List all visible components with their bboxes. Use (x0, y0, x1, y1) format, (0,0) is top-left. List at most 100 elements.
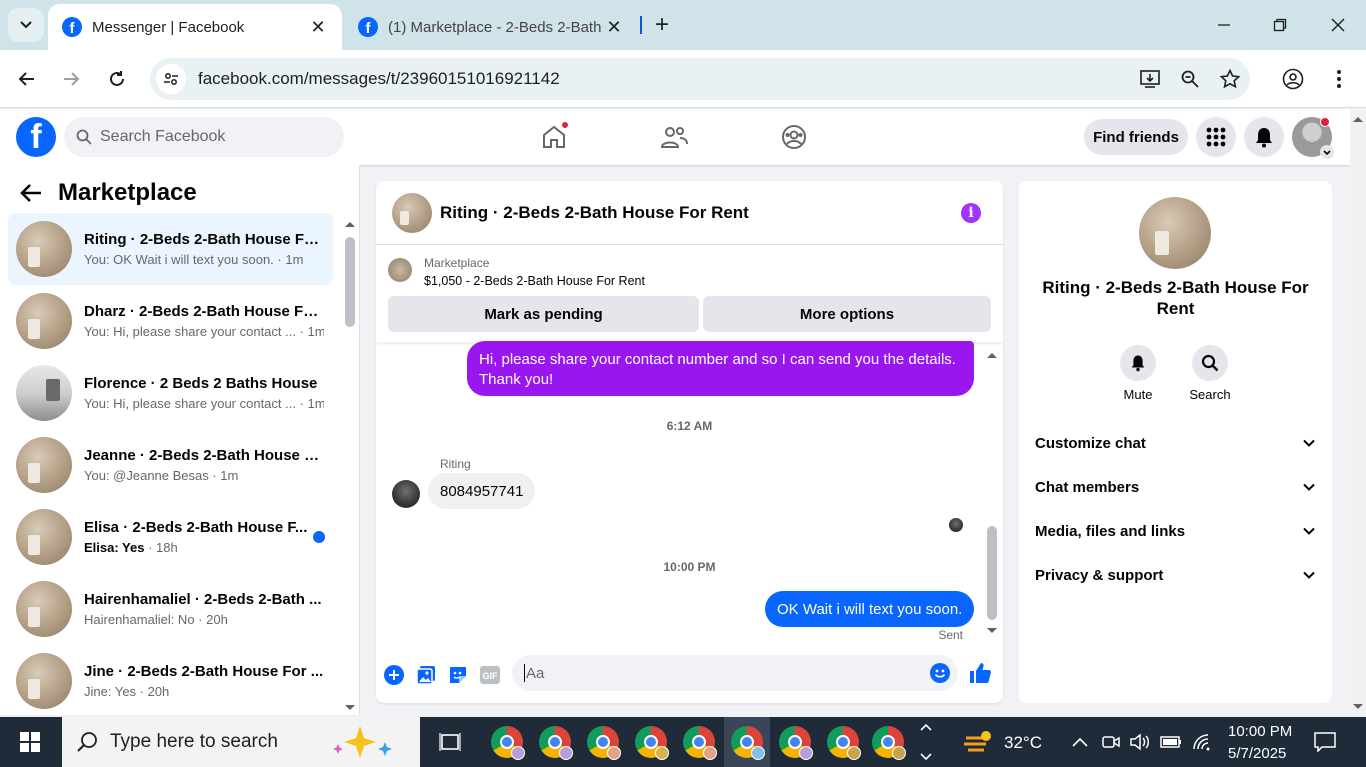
browser-menu-button[interactable] (1322, 62, 1356, 96)
restore-button[interactable] (1260, 8, 1300, 42)
conversation-item[interactable]: Elisa · 2-Beds 2-Bath House F... Elisa: … (8, 501, 333, 573)
photo-icon[interactable] (414, 663, 438, 687)
chrome-app-icon[interactable] (872, 726, 906, 760)
tab-search-dropdown[interactable] (8, 8, 44, 42)
close-tab-icon[interactable]: ✕ (308, 17, 328, 38)
chrome-app-icon[interactable] (587, 726, 621, 760)
customize-chat-section[interactable]: Customize chat (1035, 425, 1316, 461)
scroll-up-icon[interactable] (344, 219, 356, 229)
camera-icon[interactable] (1102, 733, 1120, 751)
plus-circle-icon[interactable] (382, 663, 406, 687)
chrome-app-icon[interactable] (539, 726, 573, 760)
weather-icon[interactable] (962, 728, 994, 756)
conversation-item[interactable]: Dharz · 2-Beds 2-Bath House Fo... You: H… (8, 285, 333, 357)
close-tab-icon[interactable]: ✕ (604, 17, 624, 38)
scroll-down-icon[interactable] (344, 703, 356, 713)
listing-title[interactable]: $1,050 - 2-Beds 2-Bath House For Rent (424, 274, 645, 288)
chevron-up-icon[interactable] (1072, 736, 1088, 748)
message-input[interactable]: Aa (512, 655, 958, 691)
mute-button[interactable]: Mute (1108, 345, 1168, 402)
privacy-support-section[interactable]: Privacy & support (1035, 557, 1316, 593)
new-tab-button[interactable]: + (648, 10, 676, 40)
chevron-down-icon (1303, 483, 1315, 491)
scroll-up-icon[interactable] (986, 350, 998, 360)
notifications-button[interactable] (1244, 117, 1284, 157)
info-icon[interactable]: i (961, 203, 981, 223)
message-bubble-outgoing[interactable]: OK Wait i will text you soon. (765, 591, 975, 627)
bookmark-star-icon[interactable] (1210, 64, 1250, 94)
taskbar-search-input[interactable]: Type here to search (62, 717, 420, 767)
chrome-app-icon[interactable] (827, 726, 861, 760)
facebook-search-input[interactable]: Search Facebook (64, 117, 344, 157)
windows-start-icon[interactable] (20, 732, 40, 752)
address-bar[interactable]: facebook.com/messages/t/2396015101692114… (150, 58, 1250, 100)
conversation-details-panel: Riting · 2-Beds 2-Bath House For Rent Mu… (1019, 181, 1332, 703)
chat-scroll-thumb[interactable] (987, 526, 997, 620)
nav-friends[interactable] (654, 119, 694, 155)
conversation-item[interactable]: Riting · 2-Beds 2-Bath House Fo... You: … (8, 213, 333, 285)
tab-messenger[interactable]: f Messenger | Facebook ✕ (48, 4, 342, 50)
conversation-item[interactable]: Jeanne · 2-Beds 2-Bath House F... You: @… (8, 429, 333, 501)
chrome-app-icon[interactable] (683, 726, 717, 760)
gif-icon[interactable]: GIF (478, 663, 502, 687)
listing-thumbnail[interactable] (388, 258, 412, 282)
scroll-down-icon[interactable] (986, 626, 998, 636)
clock-date[interactable]: 5/7/2025 (1228, 745, 1286, 762)
taskbar-overflow-icon[interactable] (920, 722, 932, 762)
close-window-button[interactable] (1318, 8, 1358, 42)
search-in-chat-button[interactable]: Search (1180, 345, 1240, 402)
forward-button[interactable] (54, 62, 88, 96)
tab-marketplace[interactable]: f (1) Marketplace - 2-Beds 2-Bath ✕ (344, 4, 638, 50)
more-options-button[interactable]: More options (703, 296, 991, 332)
profile-button[interactable] (1276, 62, 1310, 96)
mark-as-pending-button[interactable]: Mark as pending (388, 296, 699, 332)
chat-title[interactable]: Riting · 2-Beds 2-Bath House For Rent (440, 203, 749, 223)
section-label: Chat members (1035, 478, 1140, 496)
notification-center-icon[interactable] (1314, 732, 1336, 752)
avatar[interactable] (392, 192, 432, 233)
page-scrollbar[interactable] (1350, 109, 1366, 717)
like-thumbs-up-icon[interactable] (968, 661, 992, 685)
sender-avatar[interactable] (392, 480, 420, 508)
facebook-header: f Search Facebook Find friends (0, 109, 1350, 165)
menu-button[interactable] (1196, 117, 1236, 157)
conversation-item[interactable]: Florence · 2 Beds 2 Baths House You: Hi,… (8, 357, 333, 429)
scroll-down-icon[interactable] (1350, 701, 1366, 713)
clock-time[interactable]: 10:00 PM (1228, 723, 1292, 740)
account-avatar[interactable] (1292, 117, 1334, 159)
install-app-icon[interactable] (1130, 64, 1170, 94)
chat-members-section[interactable]: Chat members (1035, 469, 1316, 505)
back-button[interactable] (10, 62, 44, 96)
media-files-links-section[interactable]: Media, files and links (1035, 513, 1316, 549)
chrome-app-icon[interactable] (635, 726, 669, 760)
nav-home[interactable] (534, 119, 574, 155)
conversation-item[interactable]: Hairenhamaliel · 2-Beds 2-Bath ... Haire… (8, 573, 333, 645)
wifi-icon[interactable] (1192, 733, 1212, 751)
zoom-icon[interactable] (1170, 64, 1210, 94)
find-friends-button[interactable]: Find friends (1084, 119, 1188, 155)
battery-icon[interactable] (1160, 735, 1182, 749)
message-bubble-incoming[interactable]: 8084957741 (428, 473, 536, 509)
minimize-button[interactable] (1204, 8, 1244, 42)
chrome-app-icon[interactable] (731, 726, 765, 760)
chrome-app-icon[interactable] (491, 726, 525, 760)
weather-temperature[interactable]: 32°C (1004, 733, 1042, 753)
url-text[interactable]: facebook.com/messages/t/2396015101692114… (198, 69, 1130, 89)
conversation-item[interactable]: Jine · 2-Beds 2-Bath House For ... Jine:… (8, 645, 333, 715)
nav-groups[interactable] (774, 119, 814, 155)
scroll-up-icon[interactable] (1350, 113, 1366, 125)
sidebar-scroll-thumb[interactable] (345, 237, 355, 327)
chevron-down-icon (20, 21, 32, 29)
site-info-icon[interactable] (156, 64, 186, 94)
sticker-icon[interactable] (446, 663, 470, 687)
avatar[interactable] (1139, 197, 1211, 269)
emoji-icon[interactable] (930, 663, 950, 683)
reload-button[interactable] (100, 62, 134, 96)
message-bubble-outgoing[interactable]: Hi, please share your contact number and… (467, 341, 974, 396)
task-view-icon[interactable] (439, 732, 461, 752)
volume-icon[interactable] (1130, 733, 1150, 751)
chrome-app-icon[interactable] (779, 726, 813, 760)
conversation-preview: You: Hi, please share your contact ... ·… (84, 324, 324, 339)
back-arrow-icon[interactable] (20, 183, 42, 203)
facebook-logo[interactable]: f (16, 117, 56, 157)
